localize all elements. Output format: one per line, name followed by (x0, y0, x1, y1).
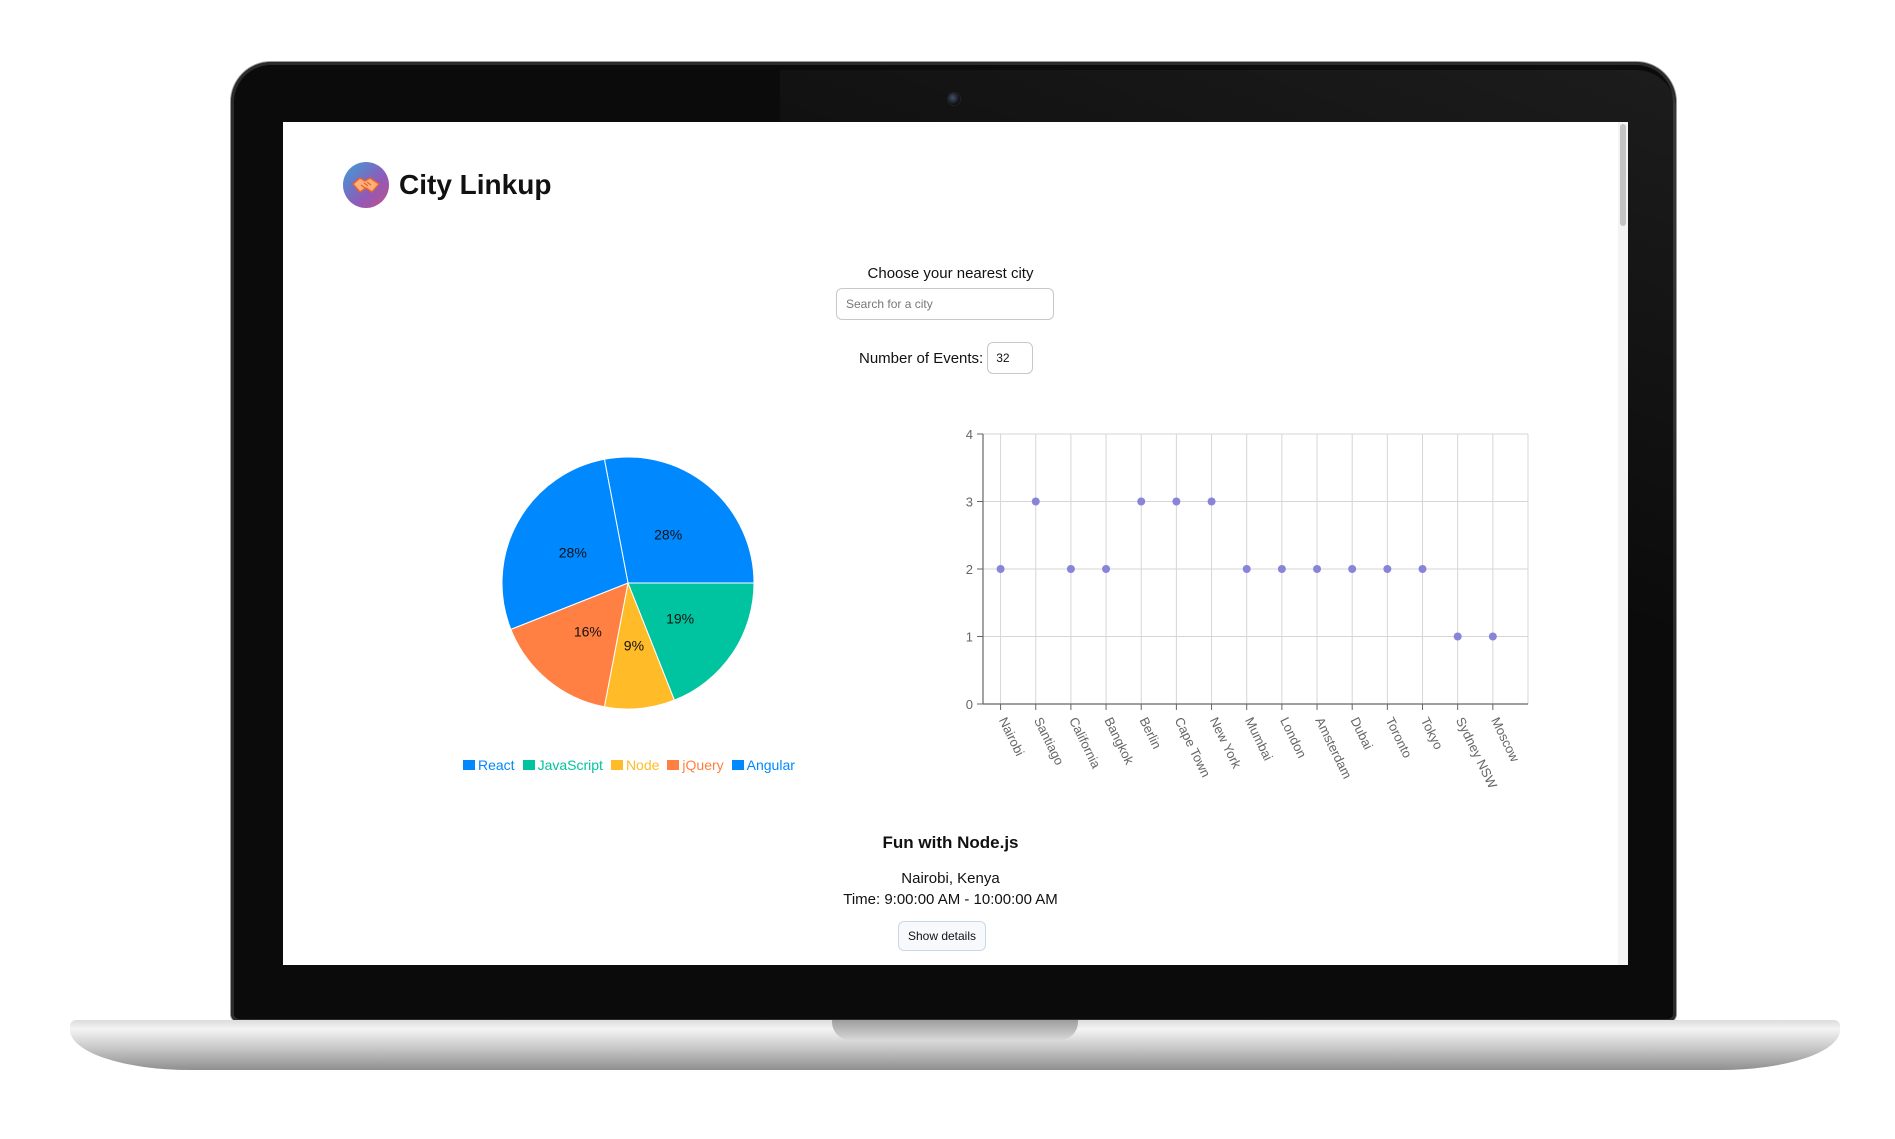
legend-label: Node (625, 757, 660, 773)
legend-item-react[interactable]: React (463, 757, 515, 773)
app-screen: City Linkup Choose your nearest city Num… (283, 122, 1628, 965)
pie-label-jquery: 16% (574, 624, 602, 640)
x-tick-label: California (1066, 715, 1104, 772)
x-tick-label: Berlin (1137, 715, 1165, 751)
handshake-icon (343, 162, 389, 208)
scatter-point-dubai[interactable] (1348, 565, 1357, 573)
legend-label: jQuery (682, 757, 724, 773)
y-tick-label: 2 (966, 562, 973, 577)
x-tick-label: Dubai (1347, 715, 1375, 752)
number-of-events: Number of Events: (859, 342, 1034, 374)
scatter-point-bangkok[interactable] (1102, 565, 1111, 573)
legend-swatch (463, 760, 475, 770)
x-tick-label: Mumbai (1242, 715, 1276, 763)
y-tick-label: 1 (966, 630, 973, 645)
app-header: City Linkup (343, 162, 551, 208)
x-tick-label: Amsterdam (1312, 715, 1355, 781)
city-search-input[interactable] (836, 288, 1054, 320)
event-title: Fun with Node.js (882, 833, 1019, 852)
x-tick-label: Tokyo (1418, 715, 1446, 752)
legend-item-javascript[interactable]: JavaScript (522, 757, 603, 773)
scatter-point-amsterdam[interactable] (1313, 565, 1322, 573)
scatter-point-cape-town[interactable] (1172, 497, 1181, 506)
scatter-point-tokyo[interactable] (1418, 565, 1427, 573)
pie-legend: React JavaScript Node jQuery Angular (463, 757, 795, 773)
pie-label-react: 28% (654, 526, 682, 542)
city-search-label: Choose your nearest city (867, 265, 1034, 282)
scatter-point-mumbai[interactable] (1242, 565, 1251, 573)
legend-label: Angular (746, 757, 795, 773)
scatter-point-sydney-nsw[interactable] (1453, 632, 1462, 641)
camera-icon (947, 92, 961, 106)
scatter-point-berlin[interactable] (1137, 497, 1146, 506)
scatter-point-california[interactable] (1066, 565, 1075, 573)
y-tick-label: 3 (966, 495, 973, 510)
x-tick-label: Santiago (1031, 715, 1067, 768)
legend-label: JavaScript (537, 757, 603, 773)
scatter-point-london[interactable] (1277, 565, 1286, 573)
y-tick-label: 0 (966, 697, 973, 712)
x-tick-label: Toronto (1383, 715, 1415, 761)
x-tick-label: New York (1207, 715, 1245, 771)
laptop-notch (832, 1020, 1078, 1040)
event-time: Time: 9:00:00 AM - 10:00:00 AM (843, 891, 1058, 908)
app-title: City Linkup (399, 169, 552, 200)
pie-chart: 28% 19% 9% 16% 28% (501, 456, 755, 710)
scatter-point-new-york[interactable] (1207, 497, 1216, 506)
y-tick-label: 4 (966, 427, 973, 442)
scrollbar[interactable] (1618, 122, 1628, 965)
x-tick-label: Cape Town (1172, 715, 1214, 780)
pie-slice-react[interactable] (603, 456, 755, 584)
legend-swatch (610, 760, 623, 770)
pie-label-javascript: 19% (666, 610, 694, 626)
scatter-point-toronto[interactable] (1383, 565, 1392, 573)
number-of-events-input[interactable] (987, 342, 1034, 374)
number-of-events-label: Number of Events: (859, 349, 984, 367)
event-location: Nairobi, Kenya (901, 870, 1000, 887)
show-details-button[interactable]: Show details (898, 921, 986, 951)
x-tick-label: London (1277, 715, 1310, 761)
x-tick-label: Nairobi (996, 715, 1028, 759)
legend-swatch (667, 760, 680, 770)
scatter-point-moscow[interactable] (1488, 632, 1497, 641)
scatter-point-santiago[interactable] (1031, 497, 1040, 506)
pie-label-node: 9% (624, 638, 644, 654)
scatter-point-nairobi[interactable] (996, 565, 1005, 573)
scatter-chart: 0 1 2 3 4 Nairobi Santiago CaliforniaBangkok Ber… (966, 427, 1529, 791)
x-tick-label: Moscow (1488, 715, 1523, 765)
legend-item-jquery[interactable]: jQuery (667, 757, 724, 773)
x-tick-label: Bangkok (1101, 715, 1137, 767)
legend-swatch (731, 760, 744, 770)
legend-label: React (478, 757, 515, 773)
pie-label-angular: 28% (559, 545, 587, 561)
legend-item-node[interactable]: Node (610, 757, 660, 773)
scrollbar-thumb[interactable] (1620, 124, 1626, 226)
legend-swatch (522, 760, 535, 770)
legend-item-angular[interactable]: Angular (731, 757, 795, 773)
